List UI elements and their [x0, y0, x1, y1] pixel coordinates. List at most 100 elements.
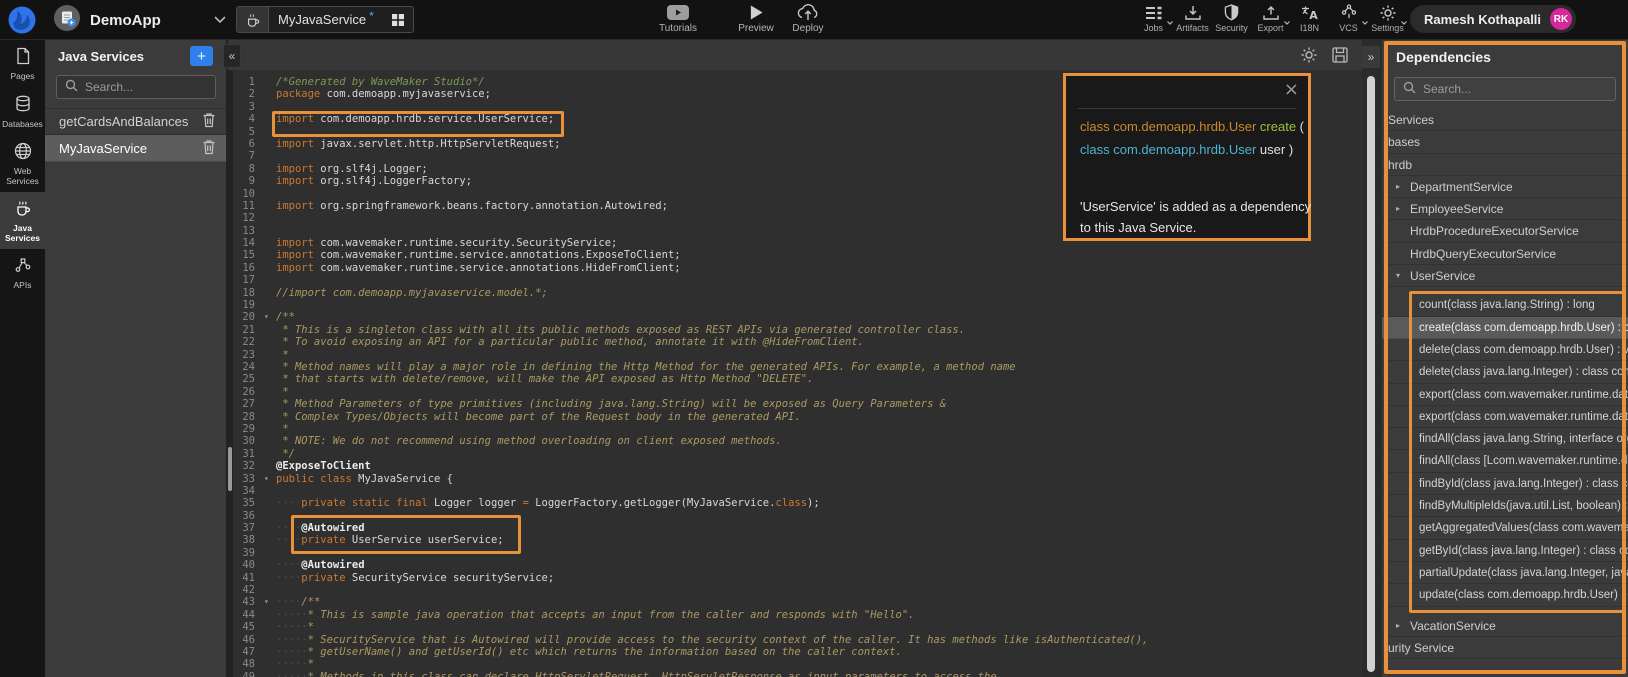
code-line[interactable]: 27 * Method Parameters of type primitive…: [228, 398, 1362, 410]
dependency-tree-item[interactable]: hrdb: [1382, 154, 1628, 176]
jobs-button[interactable]: Jobs: [1134, 3, 1173, 33]
code-line[interactable]: 43▾····/**: [228, 596, 1362, 608]
code-line[interactable]: 49·····* Methods in this class can decla…: [228, 671, 1362, 677]
settings-button[interactable]: Settings: [1368, 3, 1407, 33]
sidebar-item-web-services[interactable]: Web Services: [0, 135, 45, 192]
open-file-tab[interactable]: MyJavaService *: [236, 6, 414, 33]
artifacts-button[interactable]: Artifacts: [1173, 3, 1212, 33]
export-button[interactable]: Export: [1251, 3, 1290, 33]
code-line[interactable]: 42: [228, 584, 1362, 596]
dependency-method-item[interactable]: findById(class java.lang.Integer) : clas…: [1382, 473, 1628, 495]
code-line[interactable]: 29 *: [228, 423, 1362, 435]
code-line[interactable]: 39: [228, 547, 1362, 559]
code-line[interactable]: 32@ExposeToClient: [228, 460, 1362, 472]
code-line[interactable]: 44·····* This is sample java operation t…: [228, 609, 1362, 621]
tutorials-button[interactable]: Tutorials: [652, 3, 704, 34]
code-line[interactable]: 22 * To avoid exposing an API for a part…: [228, 336, 1362, 348]
fold-caret-icon[interactable]: ▾: [264, 596, 276, 608]
code-line[interactable]: 26 *: [228, 386, 1362, 398]
editor-save-button[interactable]: [1330, 45, 1350, 65]
code-line[interactable]: 31 */: [228, 448, 1362, 460]
sidebar-item-java-services[interactable]: Java Services: [0, 192, 45, 249]
dependency-method-item[interactable]: export(class com.wavemaker.runtime.data: [1382, 384, 1628, 406]
code-line[interactable]: 48·····*: [228, 658, 1362, 670]
dependency-tree-item[interactable]: ▸VacationService: [1382, 615, 1628, 637]
dependency-method-item[interactable]: partialUpdate(class java.lang.Integer, j…: [1382, 562, 1628, 584]
code-line[interactable]: 40····@Autowired: [228, 559, 1362, 571]
dependency-tree-item[interactable]: ▸DepartmentService: [1382, 176, 1628, 198]
service-list-item[interactable]: getCardsAndBalances: [45, 108, 226, 135]
code-line[interactable]: 25 * that starts with delete/remove, wil…: [228, 373, 1362, 385]
vcs-button[interactable]: VCS: [1329, 3, 1368, 33]
dependency-tree-item[interactable]: ▾UserService: [1382, 265, 1628, 287]
collapse-left-panel-button[interactable]: «: [223, 44, 241, 68]
fold-caret-icon[interactable]: ▾: [264, 473, 276, 485]
i18n-button[interactable]: AI18N: [1290, 3, 1329, 33]
code-line[interactable]: 38····private UserService userService;: [228, 534, 1362, 546]
sidebar-item-pages[interactable]: Pages: [0, 40, 45, 88]
chevron-right-icon[interactable]: ▸: [1396, 198, 1400, 220]
code-line[interactable]: 19: [228, 299, 1362, 311]
code-line[interactable]: 36: [228, 510, 1362, 522]
code-line[interactable]: 18//import com.demoapp.myjavaservice.mod…: [228, 287, 1362, 299]
dependencies-search-input[interactable]: Search...: [1394, 77, 1616, 101]
code-line[interactable]: 23 *: [228, 349, 1362, 361]
dependency-tree-item[interactable]: ▸EmployeeService: [1382, 198, 1628, 220]
dependency-tree-item[interactable]: urity Service: [1382, 637, 1628, 659]
code-line[interactable]: 33▾public class MyJavaService {: [228, 473, 1362, 485]
dependency-method-item[interactable]: delete(class com.demoapp.hrdb.User) : vo…: [1382, 339, 1628, 361]
preview-button[interactable]: Preview: [730, 3, 782, 34]
service-list-item[interactable]: MyJavaService: [45, 135, 226, 162]
fold-caret-icon[interactable]: ▾: [264, 311, 276, 323]
close-icon[interactable]: ×: [1284, 79, 1299, 100]
services-search-input[interactable]: Search...: [56, 75, 216, 99]
expand-right-panel-button[interactable]: »: [1362, 46, 1380, 68]
code-line[interactable]: 35····private static final Logger logger…: [228, 497, 1362, 509]
sidebar-item-databases[interactable]: Databases: [0, 88, 45, 136]
trash-icon[interactable]: [202, 139, 216, 158]
code-line[interactable]: 24 * Method names will play a major role…: [228, 361, 1362, 373]
chevron-right-icon[interactable]: ▸: [1396, 615, 1400, 637]
deploy-button[interactable]: Deploy: [782, 3, 834, 34]
editor-settings-button[interactable]: [1299, 45, 1319, 65]
code-line[interactable]: 16import com.wavemaker.runtime.service.a…: [228, 262, 1362, 274]
chevron-right-icon[interactable]: ▸: [1396, 176, 1400, 198]
code-line[interactable]: 47·····* getUserName() and getUserId() e…: [228, 646, 1362, 658]
code-line[interactable]: 37····@Autowired: [228, 522, 1362, 534]
sidebar-item-apis[interactable]: APIs: [0, 249, 45, 297]
trash-icon[interactable]: [202, 112, 216, 131]
dependency-method-item[interactable]: create(class com.demoapp.hrdb.User) : cl…: [1382, 317, 1628, 339]
dependency-method-item[interactable]: getAggregatedValues(class com.wavemak: [1382, 517, 1628, 539]
dependencies-scrollbar[interactable]: [1367, 76, 1375, 672]
chevron-down-icon[interactable]: ▾: [1396, 265, 1400, 287]
code-line[interactable]: 21 * This is a singleton class with all …: [228, 324, 1362, 336]
add-service-button[interactable]: +: [190, 46, 213, 66]
dependency-method-item[interactable]: findByMultipleIds(java.util.List, boolea…: [1382, 495, 1628, 517]
dependency-method-item[interactable]: getById(class java.lang.Integer) : class…: [1382, 540, 1628, 562]
dependency-method-item[interactable]: update(class com.demoapp.hrdb.User) : cl…: [1382, 584, 1628, 606]
code-line[interactable]: 45·····*: [228, 621, 1362, 633]
security-button[interactable]: Security: [1212, 3, 1251, 33]
dependency-tree-item[interactable]: HrdbProcedureExecutorService: [1382, 220, 1628, 242]
dependency-method-item[interactable]: findAll(class java.lang.String, interfac…: [1382, 428, 1628, 450]
code-line[interactable]: 20▾/**: [228, 311, 1362, 323]
code-line[interactable]: 34: [228, 485, 1362, 497]
dependency-method-item[interactable]: findAll(class [Lcom.wavemaker.runtime.da: [1382, 450, 1628, 472]
dependency-tree-item[interactable]: bases: [1382, 131, 1628, 153]
code-line[interactable]: 17: [228, 274, 1362, 286]
code-line[interactable]: 41····private SecurityService securitySe…: [228, 572, 1362, 584]
dependency-method-item[interactable]: count(class java.lang.String) : long: [1382, 294, 1628, 316]
dependency-tree-item[interactable]: Services: [1382, 109, 1628, 131]
editor-scrollbar-track[interactable]: [226, 70, 233, 677]
file-switcher-grid-icon[interactable]: [383, 7, 413, 32]
code-line[interactable]: 30 * NOTE: We do not recommend using met…: [228, 435, 1362, 447]
editor-scrollbar-thumb[interactable]: [228, 447, 232, 491]
dependency-method-item[interactable]: delete(class java.lang.Integer) : class …: [1382, 361, 1628, 383]
code-line[interactable]: 28 * Complex Types/Objects will become p…: [228, 411, 1362, 423]
project-selector[interactable]: DemoApp: [54, 0, 227, 40]
user-menu[interactable]: Ramesh Kothapalli RK: [1410, 5, 1576, 33]
code-line[interactable]: 46·····* SecurityService that is Autowir…: [228, 634, 1362, 646]
dependency-method-item[interactable]: export(class com.wavemaker.runtime.data: [1382, 406, 1628, 428]
chevron-down-icon[interactable]: [213, 15, 227, 25]
code-line[interactable]: 15import com.wavemaker.runtime.service.a…: [228, 249, 1362, 261]
